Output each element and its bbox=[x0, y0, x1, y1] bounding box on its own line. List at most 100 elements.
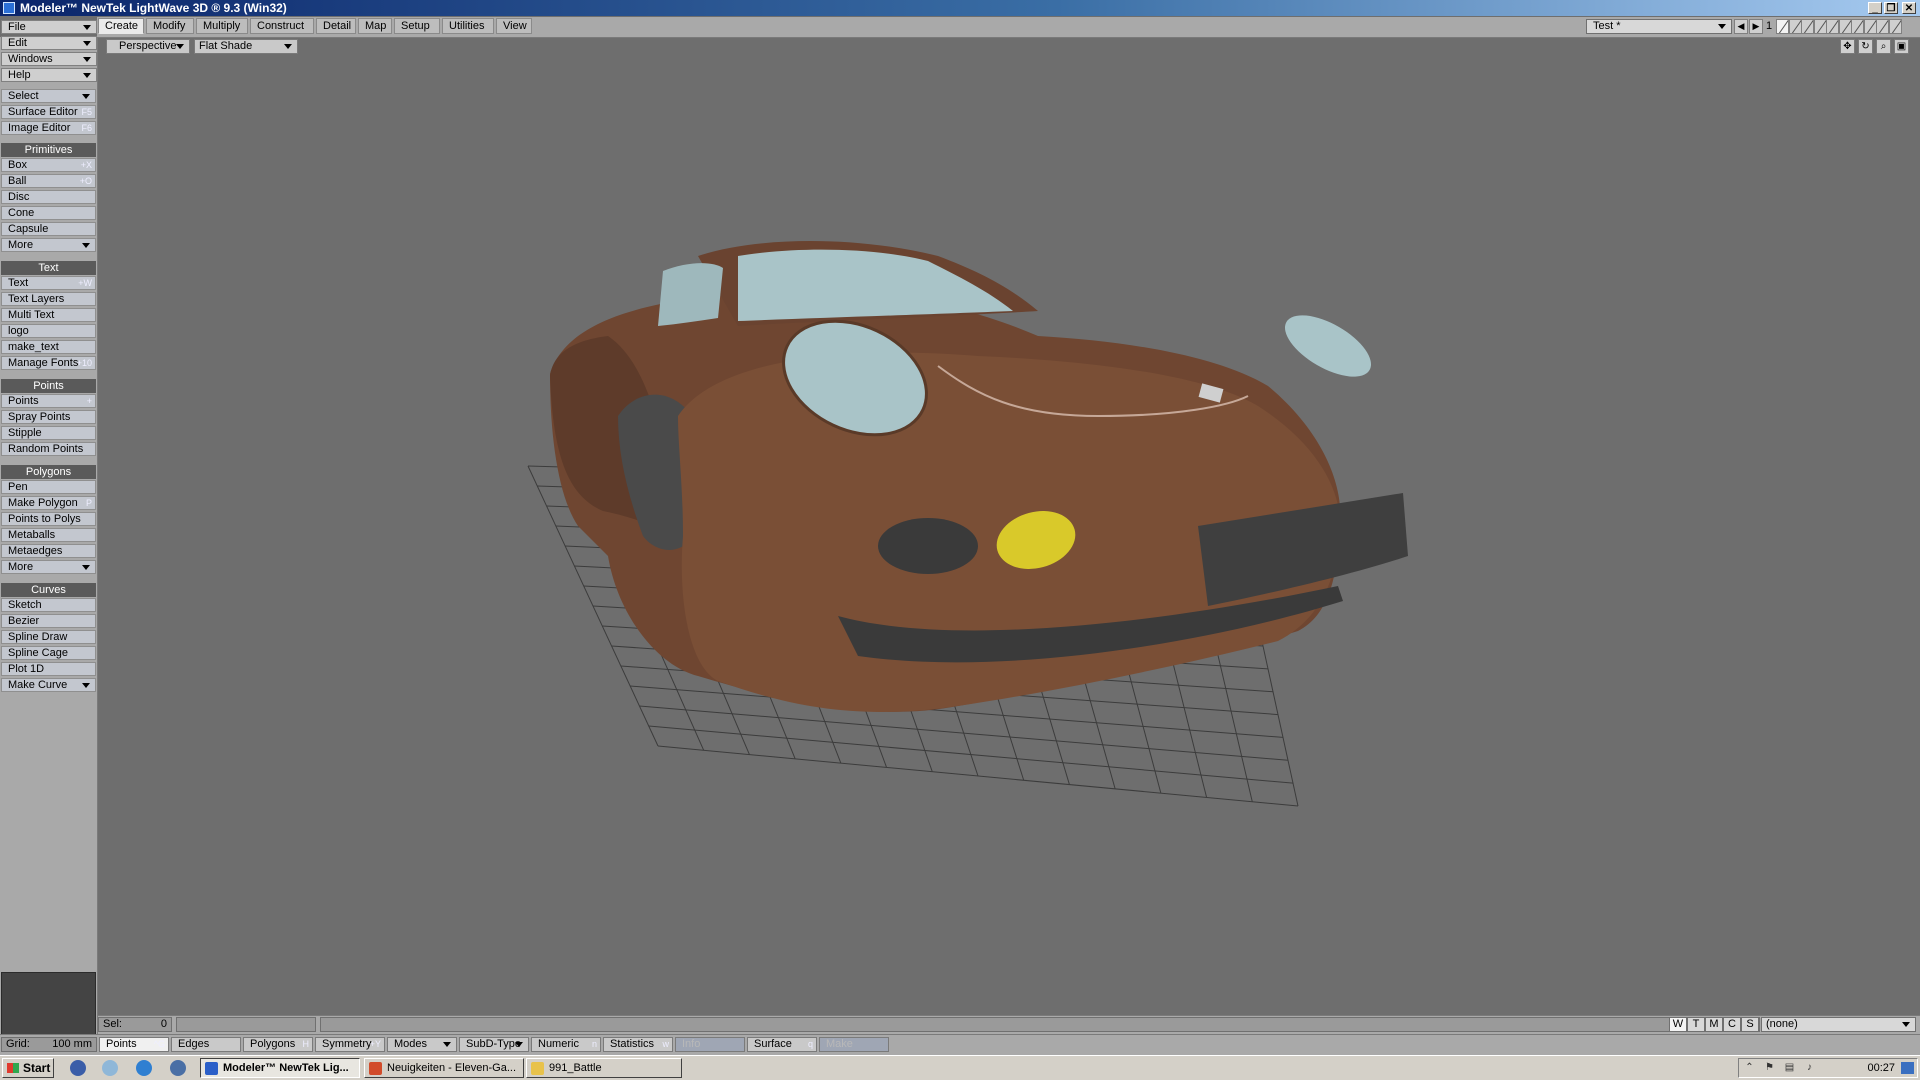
mode-numeric-button[interactable]: Numeric n bbox=[531, 1037, 601, 1052]
maximize-viewport-icon[interactable]: ▣ bbox=[1894, 39, 1909, 54]
object-layer-select[interactable]: Test * bbox=[1586, 19, 1732, 34]
tool-primitives-ball[interactable]: Ball +O bbox=[1, 174, 96, 188]
car-model[interactable] bbox=[550, 241, 1408, 712]
mode-surface-button[interactable]: Surface q bbox=[747, 1037, 817, 1052]
tab-setup[interactable]: Setup bbox=[394, 18, 440, 34]
mode-edges-button[interactable]: Edges bbox=[171, 1037, 241, 1052]
tool-primitives-cone[interactable]: Cone bbox=[1, 206, 96, 220]
tool-surface-editor[interactable]: Surface Editor F5 bbox=[1, 105, 96, 119]
tray-expand-icon[interactable]: ⌃ bbox=[1743, 1062, 1756, 1074]
tool-polygons-pen[interactable]: Pen bbox=[1, 480, 96, 494]
tool-curves-spline-cage[interactable]: Spline Cage bbox=[1, 646, 96, 660]
menu-help[interactable]: Help bbox=[1, 68, 97, 82]
tray-volume-icon[interactable]: ♪ bbox=[1803, 1062, 1816, 1074]
layer-slot[interactable] bbox=[1876, 19, 1889, 34]
morph-map-toggle[interactable]: M bbox=[1705, 1017, 1723, 1032]
tool-primitives-more[interactable]: More bbox=[1, 238, 96, 252]
tool-curves-spline-draw[interactable]: Spline Draw bbox=[1, 630, 96, 644]
selection-set-toggle[interactable]: S bbox=[1741, 1017, 1759, 1032]
mode-modes-button[interactable]: Modes bbox=[387, 1037, 457, 1052]
tool-points-stipple[interactable]: Stipple bbox=[1, 426, 96, 440]
tool-text-make-text[interactable]: make_text bbox=[1, 340, 96, 354]
tool-text-manage-fonts[interactable]: Manage Fonts +10 bbox=[1, 356, 96, 370]
tool-points-points[interactable]: Points + bbox=[1, 394, 96, 408]
vmap-select[interactable]: (none) bbox=[1761, 1017, 1916, 1032]
tool-image-editor[interactable]: Image Editor F6 bbox=[1, 121, 96, 135]
quicklaunch-desktop-icon[interactable] bbox=[70, 1060, 86, 1076]
tool-points-random-points[interactable]: Random Points bbox=[1, 442, 96, 456]
menu-edit[interactable]: Edit bbox=[1, 36, 97, 50]
color-map-toggle[interactable]: C bbox=[1723, 1017, 1741, 1032]
taskbar-task-button[interactable]: 991_Battle bbox=[526, 1058, 682, 1078]
tab-utilities[interactable]: Utilities bbox=[442, 18, 494, 34]
mode-statistics-button[interactable]: Statistics w bbox=[603, 1037, 673, 1052]
menu-windows[interactable]: Windows bbox=[1, 52, 97, 66]
render-mode-select[interactable]: Flat Shade bbox=[194, 39, 298, 54]
close-button[interactable]: ✕ bbox=[1902, 2, 1916, 14]
tool-label: Box bbox=[8, 159, 27, 171]
layer-slot[interactable] bbox=[1801, 19, 1814, 34]
taskbar-task-button[interactable]: Modeler™ NewTek Lig... bbox=[200, 1058, 360, 1078]
tool-points-spray-points[interactable]: Spray Points bbox=[1, 410, 96, 424]
tool-polygons-more[interactable]: More bbox=[1, 560, 96, 574]
tool-curves-plot-1d[interactable]: Plot 1D bbox=[1, 662, 96, 676]
layer-next-button[interactable]: ▶ bbox=[1749, 19, 1763, 34]
layer-slot[interactable] bbox=[1813, 19, 1827, 34]
weight-map-toggle[interactable]: W bbox=[1669, 1017, 1687, 1032]
mode-polygons-button[interactable]: Polygons H bbox=[243, 1037, 313, 1052]
tool-text-text-layers[interactable]: Text Layers bbox=[1, 292, 96, 306]
layer-slot[interactable] bbox=[1776, 19, 1789, 34]
menu-file[interactable]: File bbox=[1, 20, 97, 34]
tool-polygons-metaballs[interactable]: Metaballs bbox=[1, 528, 96, 542]
tab-modify[interactable]: Modify bbox=[146, 18, 194, 34]
tab-view[interactable]: View bbox=[496, 18, 532, 34]
tool-primitives-capsule[interactable]: Capsule bbox=[1, 222, 96, 236]
tool-text-logo[interactable]: logo bbox=[1, 324, 96, 338]
texture-map-toggle[interactable]: T bbox=[1687, 1017, 1705, 1032]
quicklaunch-browser-icon[interactable] bbox=[136, 1060, 152, 1076]
mode-points-button[interactable]: Points ^G bbox=[99, 1037, 169, 1052]
tool-curves-bezier[interactable]: Bezier bbox=[1, 614, 96, 628]
layer-slot[interactable] bbox=[1826, 19, 1839, 34]
start-button[interactable]: Start bbox=[2, 1058, 54, 1078]
tool-curves-sketch[interactable]: Sketch bbox=[1, 598, 96, 612]
layer-slot[interactable] bbox=[1851, 19, 1864, 34]
layer-slot[interactable] bbox=[1888, 19, 1902, 34]
taskbar-task-button[interactable]: Neuigkeiten - Eleven-Ga... bbox=[364, 1058, 524, 1078]
tool-polygons-metaedges[interactable]: Metaedges bbox=[1, 544, 96, 558]
chevron-down-icon bbox=[1718, 24, 1726, 29]
tool-curves-make-curve[interactable]: Make Curve bbox=[1, 678, 96, 692]
view-type-select[interactable]: Perspective bbox=[106, 39, 190, 54]
tab-multiply[interactable]: Multiply bbox=[196, 18, 248, 34]
viewport-canvas[interactable] bbox=[98, 56, 1920, 1014]
mode-subd-type-button[interactable]: SubD-Type bbox=[459, 1037, 529, 1052]
tray-flag-icon[interactable]: ⚑ bbox=[1763, 1062, 1776, 1074]
tool-select[interactable]: Select bbox=[1, 89, 96, 103]
tool-primitives-box[interactable]: Box +X bbox=[1, 158, 96, 172]
tab-construct[interactable]: Construct bbox=[250, 18, 314, 34]
tab-map[interactable]: Map bbox=[358, 18, 392, 34]
task-label: Neuigkeiten - Eleven-Ga... bbox=[387, 1062, 517, 1074]
tool-text-text[interactable]: Text +W bbox=[1, 276, 96, 290]
layer-slot[interactable] bbox=[1863, 19, 1877, 34]
show-desktop-icon[interactable] bbox=[1901, 1062, 1914, 1074]
rotate-view-icon[interactable]: ↻ bbox=[1858, 39, 1873, 54]
layer-prev-button[interactable]: ◀ bbox=[1734, 19, 1748, 34]
tool-polygons-make-polygon[interactable]: Make Polygon P bbox=[1, 496, 96, 510]
tab-detail[interactable]: Detail bbox=[316, 18, 356, 34]
move-view-icon[interactable]: ✥ bbox=[1840, 39, 1855, 54]
minimize-button[interactable]: _ bbox=[1868, 2, 1882, 14]
quicklaunch-explorer-icon[interactable] bbox=[102, 1060, 118, 1076]
tab-create[interactable]: Create bbox=[98, 18, 144, 34]
perspective-viewport[interactable] bbox=[98, 56, 1920, 1014]
layer-slot[interactable] bbox=[1788, 19, 1802, 34]
tool-text-multi-text[interactable]: Multi Text bbox=[1, 308, 96, 322]
tray-network-icon[interactable]: ▤ bbox=[1783, 1062, 1796, 1074]
restore-button[interactable]: ❐ bbox=[1884, 2, 1898, 14]
mode-symmetry-button[interactable]: Symmetry +Y bbox=[315, 1037, 385, 1052]
zoom-view-icon[interactable]: ⌕ bbox=[1876, 39, 1891, 54]
quicklaunch-app-icon[interactable] bbox=[170, 1060, 186, 1076]
layer-slot[interactable] bbox=[1838, 19, 1852, 34]
tool-primitives-disc[interactable]: Disc bbox=[1, 190, 96, 204]
tool-polygons-points-to-polys[interactable]: Points to Polys bbox=[1, 512, 96, 526]
